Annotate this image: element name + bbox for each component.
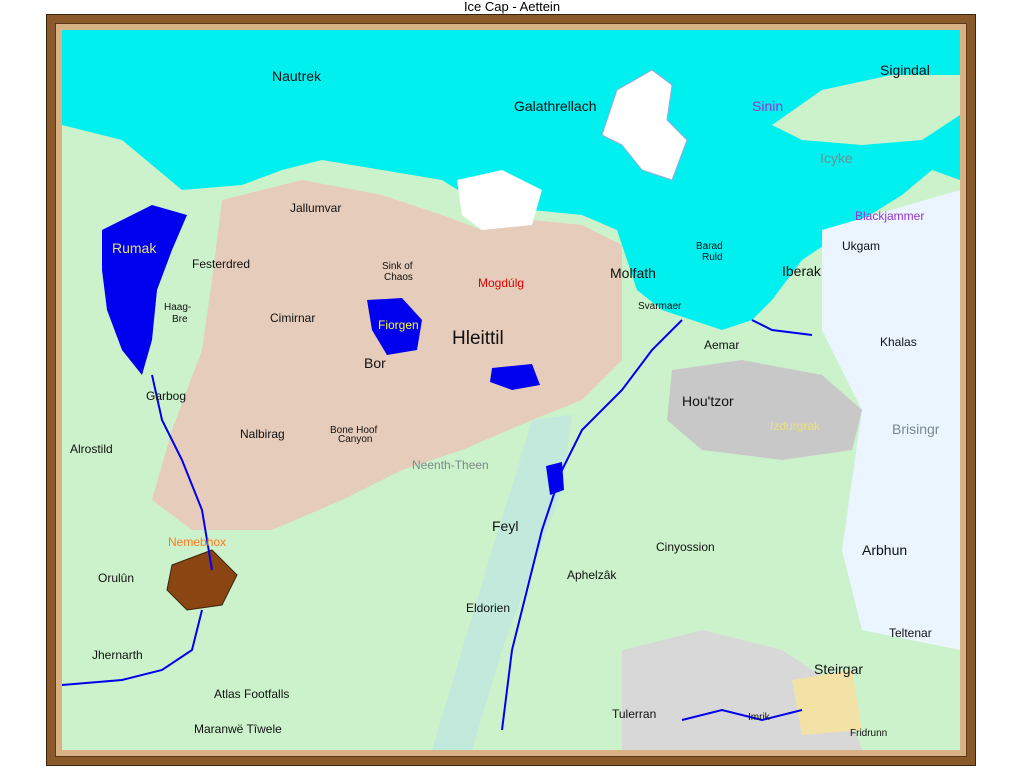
label-sigindal: Sigindal	[880, 62, 930, 78]
label-brisingr: Brisingr	[892, 421, 940, 437]
label-molfath: Molfath	[610, 265, 656, 281]
label-rumak: Rumak	[112, 240, 157, 256]
label-nemebhox: Nemebhox	[168, 535, 227, 549]
label-nautrek: Nautrek	[272, 68, 322, 84]
label-garbog: Garbog	[146, 389, 187, 403]
label-mogdulg: Mogdúlg	[478, 276, 525, 290]
label-maranwe: Maranwë Tîwele	[194, 722, 282, 736]
label-neenth-theen: Neenth-Theen	[412, 458, 489, 472]
terrain-layer	[62, 30, 960, 750]
label-arbhun: Arbhun	[862, 542, 908, 558]
label-svarmaer: Svarmaer	[638, 301, 682, 312]
label-aemar: Aemar	[704, 338, 740, 352]
label-steirgar: Steirgar	[814, 661, 864, 677]
label-blackjammer: Blackjammer	[855, 209, 925, 223]
label-khalas: Khalas	[880, 335, 917, 349]
window-title: Ice Cap - Aettein	[463, 0, 561, 14]
label-izdurgrak: Izdurgrak	[770, 419, 821, 433]
label-nalbirag: Nalbirag	[240, 427, 285, 441]
map-canvas[interactable]: Nautrek Galathrellach Sigindal Sinin Icy…	[62, 30, 960, 750]
label-orulun: Orulûn	[98, 571, 135, 585]
sand-patch	[792, 670, 862, 735]
label-bre: Bre	[172, 314, 188, 325]
label-eldorien: Eldorien	[466, 601, 511, 615]
label-jallumvar: Jallumvar	[290, 201, 342, 215]
label-atlas-footfalls: Atlas Footfalls	[214, 687, 290, 701]
label-ukgam: Ukgam	[842, 239, 881, 253]
label-teltenar: Teltenar	[889, 626, 932, 640]
label-canyon: Canyon	[338, 434, 373, 445]
label-cimirnar: Cimirnar	[270, 311, 316, 325]
label-houtzor: Hou'tzor	[682, 393, 734, 409]
label-festerdred: Festerdred	[192, 257, 251, 271]
label-sinin: Sinin	[752, 98, 784, 114]
label-alrostild: Alrostild	[70, 442, 113, 456]
label-tulerran: Tulerran	[612, 707, 657, 721]
label-galathrellach: Galathrellach	[514, 98, 597, 114]
label-hleittil: Hleittil	[452, 328, 504, 349]
label-imrik: Imrik	[748, 712, 770, 723]
label-ruld: Ruld	[702, 252, 723, 263]
label-aphelzak: Aphelzâk	[567, 568, 617, 582]
label-feyl: Feyl	[492, 518, 519, 534]
label-icyke: Icyke	[820, 150, 853, 166]
label-iberak: Iberak	[782, 263, 821, 279]
label-fiorgen: Fiorgen	[378, 318, 419, 332]
label-cinyossion: Cinyossion	[656, 540, 715, 554]
label-chaos: Chaos	[384, 272, 413, 283]
label-jhernarth: Jhernarth	[92, 648, 143, 662]
label-fridrunn: Fridrunn	[850, 728, 888, 739]
label-bor: Bor	[364, 355, 386, 371]
